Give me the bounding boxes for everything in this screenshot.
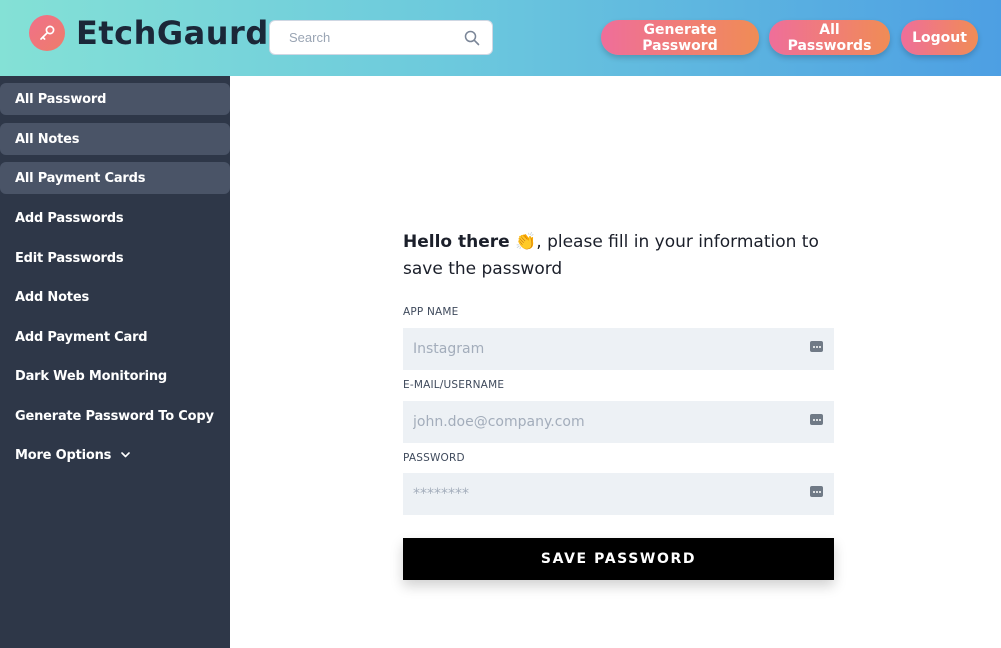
top-header: EtchGaurd Generate Password All Password… (0, 0, 1001, 76)
sidebar-item-add-notes[interactable]: Add Notes (0, 281, 230, 313)
all-passwords-button[interactable]: All Passwords (769, 20, 890, 55)
password-field[interactable] (403, 473, 834, 515)
sidebar-item-all-payment-cards[interactable]: All Payment Cards (0, 162, 230, 194)
app-name-input[interactable] (403, 328, 798, 370)
sidebar-item-add-passwords[interactable]: Add Passwords (0, 202, 230, 234)
app-name-label: APP NAME (403, 306, 459, 318)
generate-password-button[interactable]: Generate Password (601, 20, 759, 55)
brand-name[interactable]: EtchGaurd (76, 14, 269, 52)
sidebar-item-label: All Password (15, 91, 107, 107)
sidebar-item-all-password[interactable]: All Password (0, 83, 230, 115)
sidebar-item-generate-password-to-copy[interactable]: Generate Password To Copy (0, 400, 230, 432)
sidebar-item-label: Add Payment Card (15, 329, 148, 345)
save-password-button[interactable]: SAVE PASSWORD (403, 538, 834, 580)
search-icon[interactable] (464, 30, 480, 51)
logout-button[interactable]: Logout (901, 20, 978, 55)
password-label: PASSWORD (403, 452, 465, 464)
sidebar-item-label: All Notes (15, 131, 80, 147)
key-icon (29, 15, 65, 51)
chevron-down-icon (121, 452, 130, 458)
greeting-bold: Hello there (403, 232, 510, 252)
keyboard-icon[interactable] (810, 414, 823, 425)
email-input[interactable] (403, 401, 798, 443)
app-name-field[interactable] (403, 328, 834, 370)
sidebar: All Password All Notes All Payment Cards… (0, 76, 230, 648)
sidebar-item-all-notes[interactable]: All Notes (0, 123, 230, 155)
password-input[interactable] (403, 473, 798, 515)
sidebar-item-label: More Options (15, 447, 112, 463)
sidebar-item-label: Dark Web Monitoring (15, 368, 168, 384)
sidebar-item-label: All Payment Cards (15, 170, 146, 186)
email-field[interactable] (403, 401, 834, 443)
sidebar-item-add-payment-card[interactable]: Add Payment Card (0, 321, 230, 353)
email-label: E-MAIL/USERNAME (403, 379, 505, 391)
sidebar-item-label: Add Notes (15, 289, 89, 305)
keyboard-icon[interactable] (810, 341, 823, 352)
sidebar-item-label: Generate Password To Copy (15, 408, 214, 424)
sidebar-item-dark-web-monitoring[interactable]: Dark Web Monitoring (0, 360, 230, 392)
search-input[interactable] (270, 21, 460, 54)
sidebar-item-label: Edit Passwords (15, 250, 124, 266)
sidebar-item-edit-passwords[interactable]: Edit Passwords (0, 242, 230, 274)
sidebar-item-more-options[interactable]: More Options (0, 439, 230, 471)
form-greeting: Hello there 👏, please fill in your infor… (403, 229, 843, 283)
keyboard-icon[interactable] (810, 486, 823, 497)
sidebar-item-label: Add Passwords (15, 210, 124, 226)
search-bar[interactable] (269, 20, 493, 55)
clapping-hands-icon: 👏 (515, 232, 537, 252)
